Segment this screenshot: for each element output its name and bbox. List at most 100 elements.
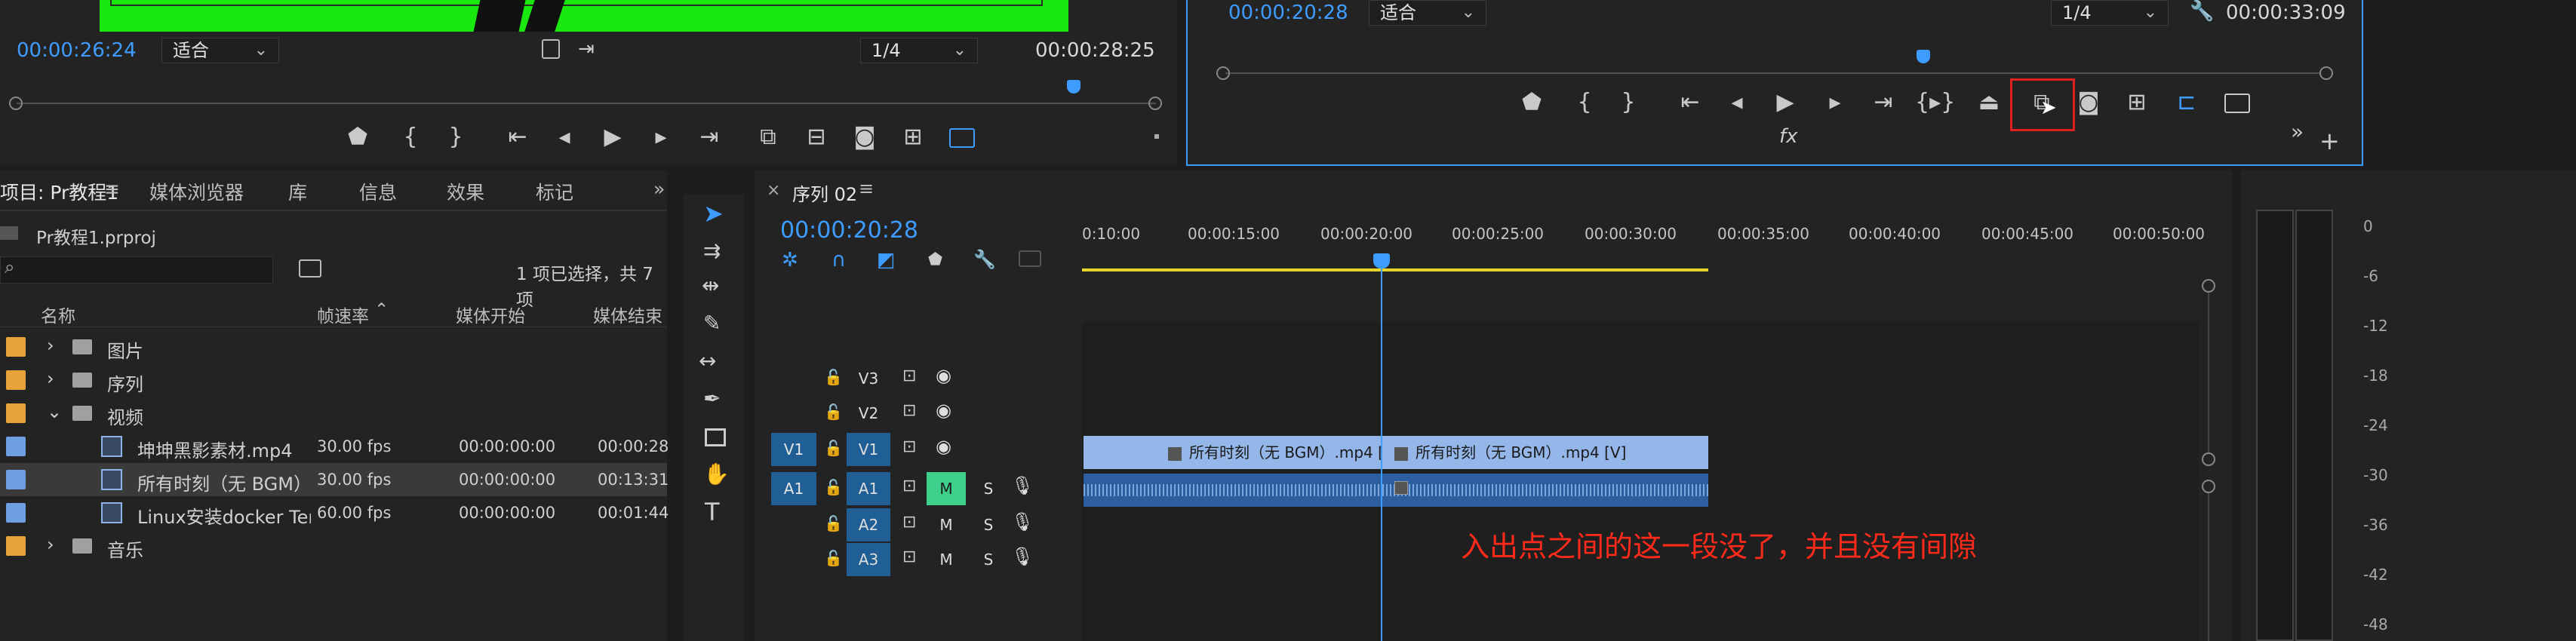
insert-icon[interactable]: ⧉ — [752, 121, 785, 154]
sync-lock-icon[interactable]: ⊡ — [902, 513, 916, 532]
sync-lock-icon[interactable]: ⊡ — [902, 477, 916, 495]
go-to-in-icon[interactable]: ⇤ — [1674, 86, 1707, 119]
go-to-in-icon[interactable]: ⇤ — [501, 121, 534, 154]
add-marker-icon[interactable]: ⬟ — [341, 121, 374, 154]
list-item[interactable]: 坤坤黑影素材.mp4 30.00 fps 00:00:00:00 00:00:28 — [0, 430, 669, 463]
timeline-timecode[interactable]: 00:00:20:28 — [780, 217, 918, 244]
video-clip-2[interactable]: 所有时刻（无 BGM）.mp4 [V] — [1382, 436, 1708, 469]
mute-button[interactable]: M — [927, 508, 966, 541]
captions-icon[interactable] — [1019, 250, 1041, 267]
track-target-v1[interactable]: V1 — [847, 433, 890, 466]
edit-marker-icon[interactable]: ⊏ — [2170, 86, 2203, 119]
label-color-swatch[interactable] — [6, 470, 26, 489]
list-item[interactable]: 所有时刻（无 BGM）. 30.00 fps 00:00:00:00 00:13:31 — [0, 463, 669, 496]
type-icon[interactable]: T — [705, 498, 720, 526]
column-media-start[interactable]: 媒体开始 — [456, 302, 525, 327]
slip-icon[interactable]: ↔ — [699, 348, 716, 373]
step-forward-icon[interactable]: ▸ — [1818, 86, 1852, 119]
add-marker-icon[interactable]: ⬟ — [1515, 86, 1548, 119]
eye-icon[interactable]: ◉ — [936, 436, 951, 457]
solo-button[interactable]: S — [973, 472, 1004, 505]
step-forward-icon[interactable]: ▸ — [644, 121, 678, 154]
list-item[interactable]: › 音乐 — [0, 529, 667, 563]
more-controls-icon[interactable]: » — [2291, 119, 2304, 144]
play-icon[interactable]: ▶ — [1769, 86, 1802, 119]
go-to-out-icon[interactable]: ⇥ — [693, 121, 726, 154]
lock-icon[interactable]: 🔓 — [824, 403, 843, 421]
label-color-swatch[interactable] — [6, 437, 26, 456]
lock-icon[interactable]: 🔓 — [824, 439, 843, 457]
source-scrub-start-handle[interactable] — [9, 97, 23, 110]
export-frame-icon[interactable]: ⇥ — [578, 38, 595, 60]
source-scrub-bar[interactable] — [17, 103, 1156, 104]
label-color-swatch[interactable] — [6, 503, 26, 523]
video-scroll-handle-top[interactable] — [2202, 279, 2215, 293]
video-clip-1[interactable]: 所有时刻（无 BGM）.mp4 [V] — [1084, 436, 1381, 469]
sync-lock-icon[interactable]: ⊡ — [902, 401, 916, 420]
step-back-icon[interactable]: ◂ — [548, 121, 581, 154]
export-frame-camera-icon[interactable]: ◙ — [848, 121, 881, 154]
sync-lock-icon[interactable]: ⊡ — [902, 437, 916, 456]
label-color-swatch[interactable] — [6, 337, 26, 357]
track-select-icon[interactable]: ⇉ — [703, 238, 721, 263]
audio-scroll-handle-top[interactable] — [2202, 480, 2215, 493]
chevron-down-icon[interactable]: ⌄ — [47, 401, 62, 422]
lock-icon[interactable]: 🔓 — [824, 368, 843, 386]
video-scroll-handle-bottom[interactable] — [2202, 452, 2215, 466]
list-item[interactable]: › 序列 — [0, 363, 667, 397]
microphone-icon[interactable]: 🎙 — [1011, 475, 1034, 496]
lock-icon[interactable]: 🔓 — [824, 478, 843, 496]
solo-button[interactable]: S — [973, 508, 1004, 541]
chevron-right-icon[interactable]: › — [47, 368, 54, 389]
tab-markers[interactable]: 标记 — [536, 178, 573, 205]
label-color-swatch[interactable] — [6, 536, 26, 556]
trim-icon[interactable]: {▸} — [1915, 86, 1955, 119]
eye-icon[interactable]: ◉ — [936, 365, 951, 386]
sequence-tab-label[interactable]: 序列 02 — [792, 179, 857, 206]
add-button-icon[interactable]: + — [2319, 127, 2340, 155]
chevron-right-icon[interactable]: › — [47, 335, 54, 356]
mark-in-icon[interactable]: { — [1568, 86, 1601, 119]
tab-info[interactable]: 信息 — [359, 178, 397, 205]
close-tab-icon[interactable]: × — [767, 181, 780, 200]
safe-margins-icon[interactable] — [949, 128, 975, 148]
wrench-icon[interactable]: 🔧 — [2190, 0, 2214, 23]
mute-button[interactable]: M — [927, 472, 966, 505]
list-item[interactable]: ⌄ 视频 — [0, 397, 667, 430]
sequence-tab-menu-icon[interactable]: ≡ — [859, 178, 874, 199]
program-scrub-end-handle[interactable] — [2319, 66, 2333, 80]
list-item[interactable]: Linux安装docker Templ 60.00 fps 00:00:00:00 0… — [0, 496, 669, 529]
microphone-icon[interactable]: 🎙 — [1011, 511, 1034, 532]
snap-icon[interactable]: ∩ — [832, 249, 846, 271]
rectangle-icon[interactable] — [705, 428, 726, 446]
razor-icon[interactable]: ✎ — [703, 311, 721, 336]
track-target-a2[interactable]: A2 — [847, 508, 890, 541]
program-fit-dropdown[interactable]: 适合 ⌄ — [1369, 0, 1486, 26]
tab-media-browser[interactable]: 媒体浏览器 — [149, 178, 244, 205]
sync-lock-icon[interactable]: ⊡ — [902, 547, 916, 566]
column-media-end[interactable]: 媒体结束 — [593, 302, 662, 327]
ripple-edit-icon[interactable]: ⇹ — [702, 273, 719, 298]
timeline-settings-icon[interactable]: 🔧 — [973, 249, 996, 270]
selection-tool-icon[interactable]: ➤ — [703, 199, 724, 228]
add-marker-icon[interactable]: ⬟ — [928, 250, 942, 269]
track-target-a3[interactable]: A3 — [847, 543, 890, 576]
column-fps[interactable]: 帧速率 — [317, 302, 369, 327]
source-playhead-marker[interactable] — [1067, 80, 1081, 94]
search-input[interactable] — [0, 256, 273, 284]
track-target-v3[interactable]: V3 — [847, 362, 890, 395]
track-target-a1[interactable]: A1 — [847, 472, 890, 505]
linked-selection-icon[interactable]: ◩ — [877, 249, 896, 271]
comparison-view-icon[interactable]: ⊞ — [2120, 86, 2153, 119]
program-resolution-dropdown[interactable]: 1/4 ⌄ — [2051, 0, 2169, 26]
eye-icon[interactable]: ◉ — [936, 400, 951, 421]
export-frame-camera-icon[interactable]: ◙ — [2072, 86, 2105, 119]
go-to-out-icon[interactable]: ⇥ — [1867, 86, 1900, 119]
play-icon[interactable]: ▶ — [596, 121, 629, 154]
mark-out-icon[interactable]: } — [439, 121, 472, 154]
work-area-bar[interactable] — [1082, 268, 1708, 271]
overwrite-icon[interactable]: ⊟ — [800, 121, 833, 154]
settings-save-icon[interactable] — [542, 39, 560, 59]
hand-icon[interactable]: ✋ — [703, 462, 730, 486]
lock-icon[interactable]: 🔓 — [824, 549, 843, 567]
